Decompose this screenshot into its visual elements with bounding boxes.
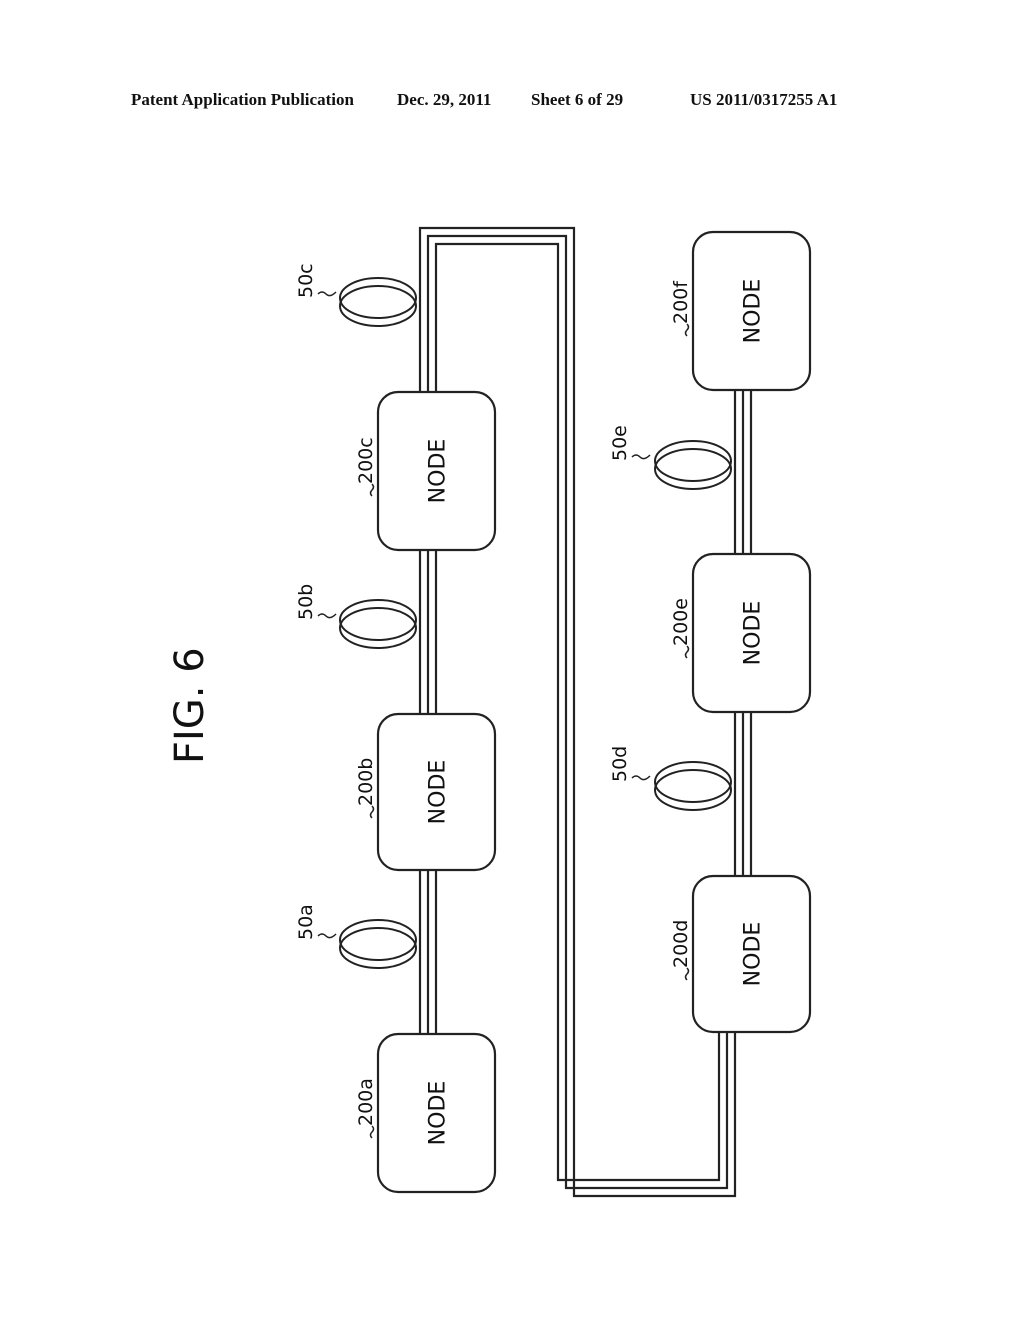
fiber-ref-label: 50d [609,746,631,782]
link-200a-200b [418,870,438,1034]
node-ref-label: 200e [670,598,692,646]
leader-squiggle [631,775,651,781]
node-200e: NODE 200e [670,552,812,714]
leader-squiggle [684,967,690,981]
leader-squiggle [684,645,690,659]
fibers: 50a 50b 50c 50d 50e [295,263,732,969]
fiber-50d: 50d [609,746,732,811]
node-label: NODE [426,439,451,504]
node-200b: NODE 200b [355,712,497,872]
leader-squiggle [631,454,651,460]
node-ref-label: 200f [670,280,692,324]
fiber-ring [339,277,417,319]
fiber-ring [339,599,417,641]
figure-title: FIG. 6 [167,647,213,764]
fiber-ring [654,761,732,803]
link-200b-200c [418,550,438,714]
leader-squiggle [369,1125,375,1139]
fiber-50a: 50a [295,904,417,969]
link-200d-200e [733,712,753,876]
leader-squiggle [684,323,690,337]
nodes: NODE 200a NODE 200b NODE 200c NODE 200d NODE 200e… [355,230,812,1194]
fiber-ref-label: 50a [295,904,317,940]
node-200c: NODE 200c [355,390,497,552]
node-label: NODE [741,601,766,666]
leader-squiggle [369,483,375,497]
fiber-50e: 50e [609,425,732,490]
fiber-ring [339,919,417,961]
node-label: NODE [426,760,451,825]
fiber-50b: 50b [295,584,417,649]
leader-squiggle [317,933,337,939]
fiber-ref-label: 50c [295,263,317,298]
node-label: NODE [426,1081,451,1146]
link-200e-200f [733,390,753,554]
fiber-50c: 50c [295,263,417,327]
leader-squiggle [317,291,337,297]
node-label: NODE [741,922,766,987]
leader-squiggle [317,613,337,619]
node-ref-label: 200a [355,1078,377,1126]
fiber-ring [654,440,732,482]
node-ref-label: 200b [355,758,377,806]
node-200f: NODE 200f [670,230,812,392]
node-ref-label: 200d [670,920,692,968]
fiber-ref-label: 50b [295,584,317,620]
leader-squiggle [369,805,375,819]
fiber-ref-label: 50e [609,425,631,461]
node-ref-label: 200c [355,437,377,484]
node-label: NODE [741,279,766,344]
node-200a: NODE 200a [355,1032,497,1194]
network-diagram: NODE 200a NODE 200b NODE 200c NODE 200d NODE 200e… [167,226,812,1198]
node-200d: NODE 200d [670,874,812,1034]
